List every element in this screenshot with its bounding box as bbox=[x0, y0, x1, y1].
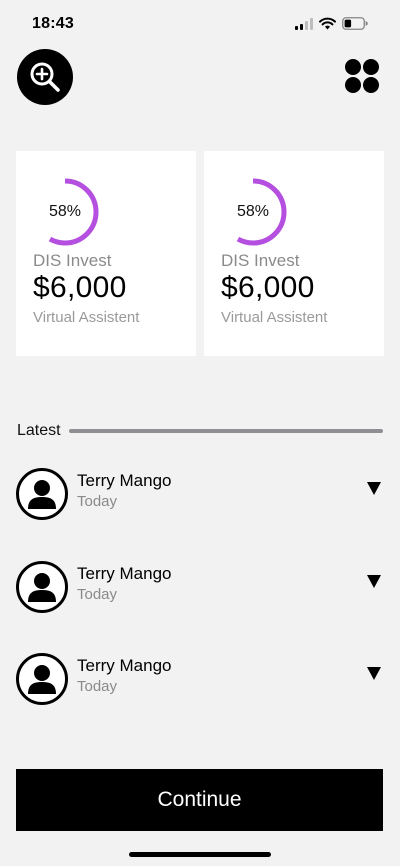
battery-icon bbox=[342, 17, 368, 30]
list-item[interactable]: Terry Mango Today bbox=[16, 653, 384, 709]
divider-line bbox=[68, 429, 383, 433]
item-name: Terry Mango bbox=[77, 564, 172, 583]
status-bar: 18:43 bbox=[0, 0, 400, 48]
invest-card[interactable]: 58% DIS Invest $6,000 Virtual Assistent bbox=[16, 151, 196, 356]
latest-header: Latest bbox=[17, 422, 383, 440]
caret-down-icon[interactable] bbox=[366, 665, 382, 681]
zoom-in-icon bbox=[30, 62, 60, 92]
card-title: DIS Invest bbox=[33, 251, 112, 270]
signal-icon bbox=[295, 17, 313, 30]
status-time: 18:43 bbox=[32, 15, 74, 32]
user-avatar-icon bbox=[16, 561, 68, 613]
card-subtitle: Virtual Assistent bbox=[33, 309, 140, 326]
item-time: Today bbox=[77, 586, 118, 603]
grid-menu-icon bbox=[345, 59, 379, 93]
list-item[interactable]: Terry Mango Today bbox=[16, 561, 384, 617]
latest-label: Latest bbox=[17, 422, 61, 439]
item-time: Today bbox=[77, 493, 118, 510]
card-amount: $6,000 bbox=[221, 271, 315, 304]
status-icons bbox=[295, 17, 368, 30]
caret-down-icon[interactable] bbox=[366, 573, 382, 589]
grid-menu-button[interactable] bbox=[344, 58, 380, 94]
list-item[interactable]: Terry Mango Today bbox=[16, 468, 384, 524]
item-name: Terry Mango bbox=[77, 656, 172, 675]
user-avatar-icon bbox=[16, 653, 68, 705]
progress-percent: 58% bbox=[48, 203, 82, 220]
wifi-icon bbox=[319, 17, 336, 30]
continue-button[interactable]: Continue bbox=[16, 769, 383, 831]
progress-percent: 58% bbox=[236, 203, 270, 220]
card-amount: $6,000 bbox=[33, 271, 127, 304]
item-name: Terry Mango bbox=[77, 471, 172, 490]
zoom-in-button[interactable] bbox=[17, 49, 73, 105]
item-time: Today bbox=[77, 678, 118, 695]
home-indicator bbox=[129, 852, 271, 857]
invest-card[interactable]: 58% DIS Invest $6,000 Virtual Assistent bbox=[204, 151, 384, 356]
caret-down-icon[interactable] bbox=[366, 480, 382, 496]
user-avatar-icon bbox=[16, 468, 68, 520]
card-title: DIS Invest bbox=[221, 251, 300, 270]
invest-cards: 58% DIS Invest $6,000 Virtual Assistent … bbox=[16, 151, 384, 356]
card-subtitle: Virtual Assistent bbox=[221, 309, 328, 326]
